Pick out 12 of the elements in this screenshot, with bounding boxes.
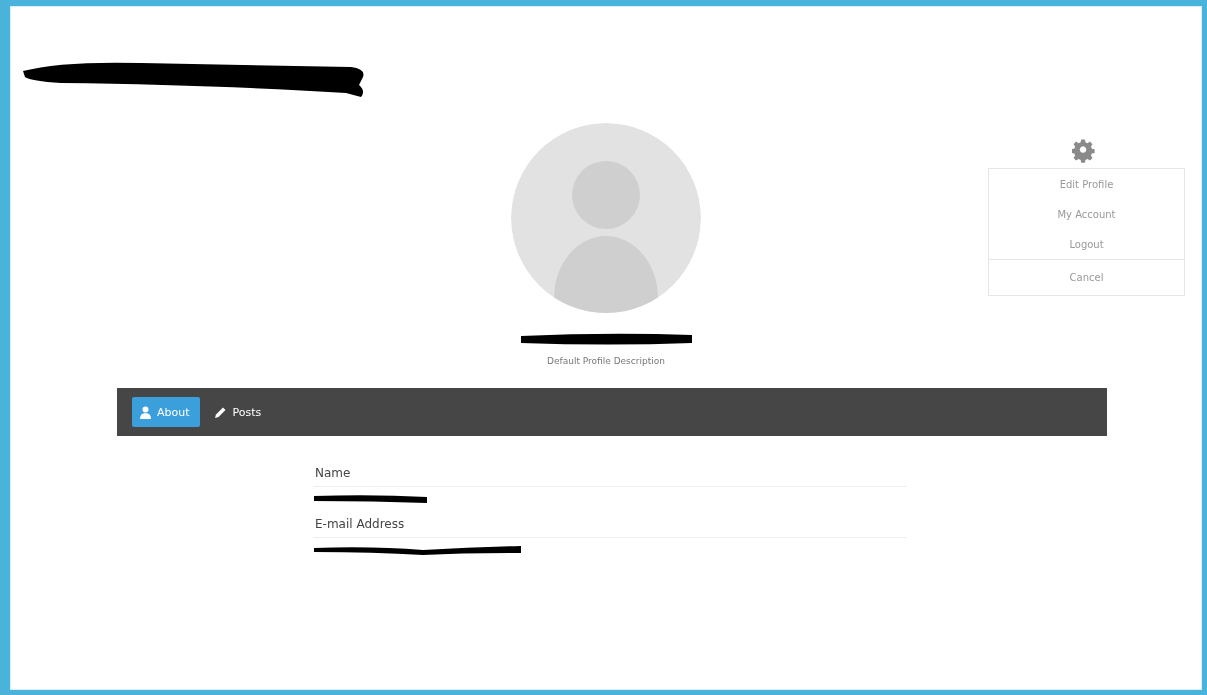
field-label: Name xyxy=(313,466,907,487)
menu-item[interactable]: My Account xyxy=(989,199,1184,229)
pencil-icon xyxy=(213,405,227,419)
user-icon xyxy=(140,405,151,419)
menu-item[interactable]: Edit Profile xyxy=(989,169,1184,199)
field-label: E-mail Address xyxy=(313,517,907,538)
settings-icon[interactable] xyxy=(1072,139,1096,163)
profile-tab[interactable]: Posts xyxy=(205,397,272,427)
cancel-menu-item[interactable]: Cancel xyxy=(989,259,1184,295)
menu-item[interactable]: Logout xyxy=(989,229,1184,259)
profile-description: Default Profile Description xyxy=(547,356,665,366)
profile-tab[interactable]: About xyxy=(132,397,200,427)
